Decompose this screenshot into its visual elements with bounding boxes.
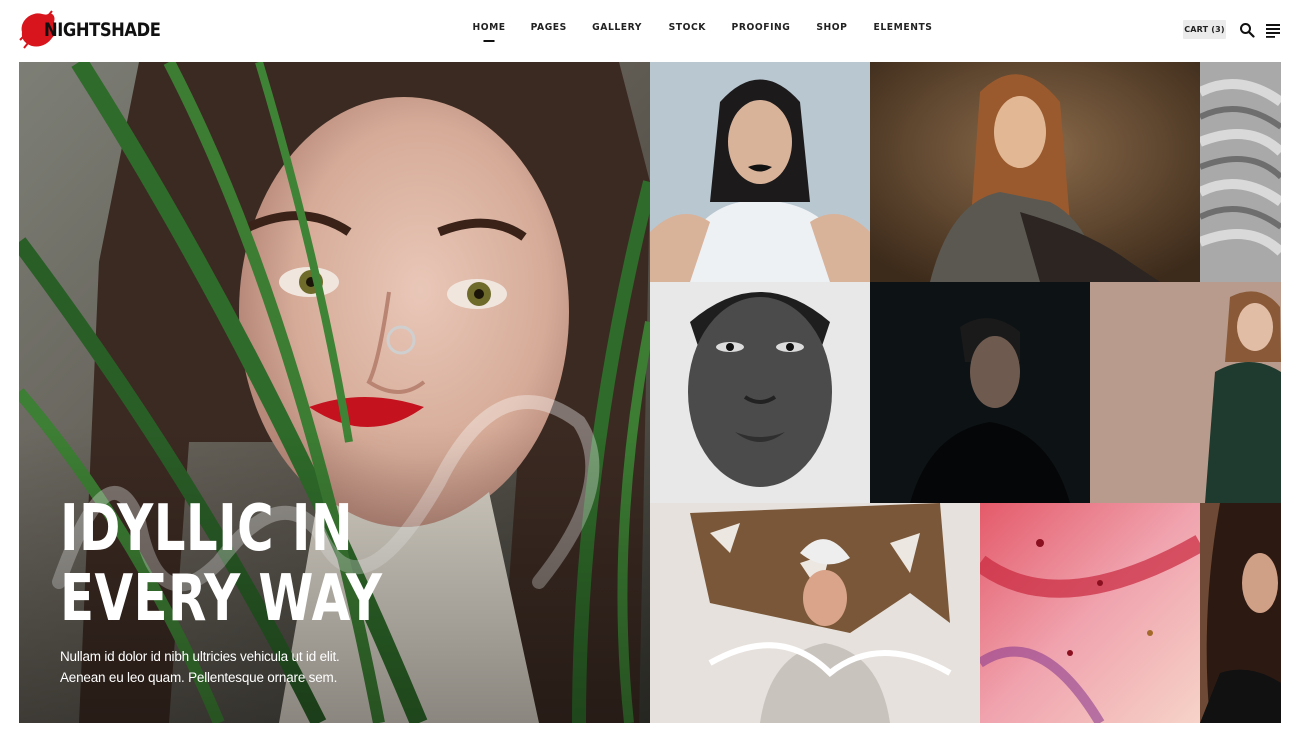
hero-subtitle-line-1: Nullam id dolor id nibh ultricies vehicu… <box>60 649 340 664</box>
gallery-tile-artistic-bodypaint[interactable] <box>650 503 980 723</box>
hero-title-line-1: IDYLLIC IN <box>60 492 353 566</box>
main-nav: HOME PAGES GALLERY STOCK PROOFING SHOP E… <box>460 22 946 42</box>
gallery-tile-woman-dark-hair[interactable] <box>1200 503 1281 723</box>
gallery-tile-man-dark[interactable] <box>870 282 1090 503</box>
nav-item-gallery[interactable]: GALLERY <box>583 22 653 33</box>
hero-subtitle: Nullam id dolor id nibh ultricies vehicu… <box>60 646 380 688</box>
hero-subtitle-line-2: Aenean eu leo quam. Pellentesque ornare … <box>60 670 338 685</box>
gallery-image <box>650 282 870 503</box>
gallery-tile-woman-black-lipstick[interactable] <box>650 62 870 282</box>
brand-name: NIGHTSHADE <box>44 19 161 41</box>
cart-button[interactable]: CART (3) <box>1183 20 1226 39</box>
gallery-image <box>870 62 1200 282</box>
hero-title-line-2: EVERY WAY <box>60 562 383 636</box>
nav-item-home[interactable]: HOME <box>462 22 515 42</box>
gallery-image <box>870 282 1090 503</box>
gallery-image <box>980 503 1200 723</box>
gallery-image <box>1090 282 1281 503</box>
nav-item-pages[interactable]: PAGES <box>521 22 577 33</box>
gallery-image <box>650 503 980 723</box>
gallery-image <box>1200 503 1281 723</box>
gallery-tile-redhead-sweater[interactable] <box>870 62 1200 282</box>
gallery-image <box>650 62 870 282</box>
hero-title: IDYLLIC IN EVERY WAY <box>60 494 382 634</box>
nav-item-shop[interactable]: SHOP <box>806 22 857 33</box>
gallery-tile-bw-portrait[interactable] <box>650 282 870 503</box>
gallery-tile-fabric-texture[interactable] <box>1200 62 1281 282</box>
gallery-tile-woman-green-coat[interactable] <box>1090 282 1281 503</box>
hamburger-menu-icon[interactable] <box>1265 22 1281 38</box>
nav-item-stock[interactable]: STOCK <box>658 22 716 33</box>
site-header: NIGHTSHADE HOME PAGES GALLERY STOCK PROO… <box>0 0 1300 62</box>
nav-item-elements[interactable]: ELEMENTS <box>863 22 942 33</box>
search-icon[interactable] <box>1239 22 1255 38</box>
nav-item-proofing[interactable]: PROOFING <box>722 22 801 33</box>
gallery-image <box>1200 62 1281 282</box>
hero-slide[interactable]: IDYLLIC IN EVERY WAY Nullam id dolor id … <box>19 62 650 723</box>
gallery-tile-pink-paint[interactable] <box>980 503 1200 723</box>
logo-link[interactable]: NIGHTSHADE <box>18 10 179 50</box>
